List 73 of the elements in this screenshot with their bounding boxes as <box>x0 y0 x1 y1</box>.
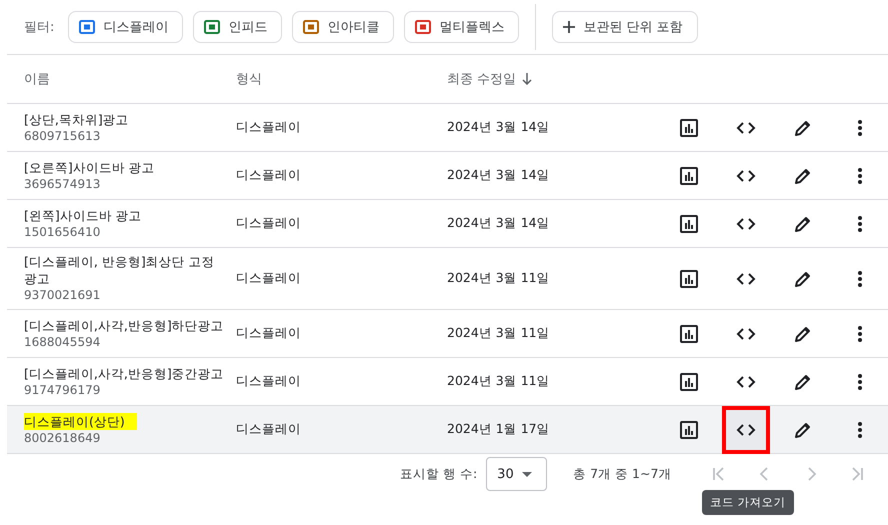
column-header: 형식 <box>236 71 262 88</box>
pencil-icon <box>794 420 812 438</box>
format-cell-text: 디스플레이 <box>236 421 302 438</box>
code-icon <box>736 328 756 340</box>
filter-chip[interactable]: 인아티클 <box>292 11 394 43</box>
date-cell-text: 2024년 3월 14일 <box>447 119 551 136</box>
unit-id: 9370021691 <box>24 287 102 304</box>
format-cell-text: 디스플레이 <box>236 325 302 342</box>
more-icon <box>858 270 862 286</box>
bar-chart-icon <box>680 214 698 232</box>
code-icon <box>736 376 756 388</box>
unit-id: 6809715613 <box>24 128 102 144</box>
bar-chart-icon <box>680 270 698 288</box>
date-cell-text: 2024년 3월 11일 <box>447 325 551 342</box>
more-icon <box>858 120 862 136</box>
column-header: 이름 <box>24 71 50 88</box>
bar-chart-icon <box>680 118 698 136</box>
include-archived-button[interactable]: 보관된 단위 포함 <box>552 11 698 43</box>
code-icon <box>736 424 756 436</box>
tooltip: 코드 가져오기 <box>702 490 794 515</box>
more-icon <box>858 168 862 184</box>
format-cell-text: 디스플레이 <box>236 167 302 184</box>
page-range: 총 7개 중 1~7개 <box>573 466 672 482</box>
date-cell-text: 2024년 3월 11일 <box>447 270 551 287</box>
code-icon <box>736 122 756 134</box>
more-icon <box>858 326 862 342</box>
unit-name: [디스플레이,사각,반응형]중간광고 <box>24 364 224 382</box>
column-header[interactable]: 최종 수정일 <box>447 70 516 88</box>
unit-name: [오른쪽]사이드바 광고 <box>24 158 155 176</box>
unit-id: 1501656410 <box>24 224 102 240</box>
date-cell-text: 2024년 3월 14일 <box>447 215 551 232</box>
date-cell-text: 2024년 3월 11일 <box>447 373 551 390</box>
bar-chart-icon <box>680 324 698 342</box>
dropdown-icon <box>522 472 532 476</box>
unit-name: [왼쪽]사이드바 광고 <box>24 206 142 224</box>
filter-chip[interactable]: 인피드 <box>193 11 282 43</box>
unit-id: 9174796179 <box>24 382 102 398</box>
filter-chip[interactable]: 멀티플렉스 <box>404 11 520 43</box>
format-cell-text: 디스플레이 <box>236 373 302 390</box>
filter-chip[interactable]: 디스플레이 <box>68 11 184 43</box>
pencil-icon <box>794 118 812 136</box>
more-icon <box>858 422 862 438</box>
bar-chart-icon <box>680 420 698 438</box>
pencil-icon <box>794 324 812 342</box>
unit-id: 3696574913 <box>24 176 102 192</box>
code-icon <box>736 272 756 284</box>
more-icon <box>858 216 862 232</box>
format-cell-text: 디스플레이 <box>236 215 302 232</box>
bar-chart-icon <box>680 166 698 184</box>
date-cell-text: 2024년 3월 14일 <box>447 167 551 184</box>
unit-id: 1688045594 <box>24 334 102 350</box>
unit-id: 8002618649 <box>24 430 102 446</box>
pencil-icon <box>794 372 812 390</box>
pencil-icon <box>794 214 812 232</box>
get-code-button[interactable] <box>726 410 766 450</box>
pencil-icon <box>794 166 812 184</box>
rows-per-page-label: 표시할 행 수: <box>400 466 478 482</box>
format-cell-text: 디스플레이 <box>236 119 302 136</box>
code-icon <box>736 218 756 230</box>
format-cell-text: 디스플레이 <box>236 270 302 287</box>
bar-chart-icon <box>680 372 698 390</box>
plus-icon <box>563 21 576 33</box>
more-icon <box>858 374 862 390</box>
code-icon <box>736 170 756 182</box>
unit-name: [디스플레이, 반응형]최상단 고정광고 <box>24 253 216 287</box>
unit-name: [디스플레이,사각,반응형]하단광고 <box>24 316 224 334</box>
pencil-icon <box>794 270 812 288</box>
rows-per-page-select[interactable]: 30 <box>486 457 548 491</box>
unit-name: 디스플레이(상단) <box>24 412 137 430</box>
filter-label: 필터: <box>24 19 54 36</box>
sort-down-icon[interactable] <box>522 73 532 85</box>
date-cell-text: 2024년 1월 17일 <box>447 421 551 438</box>
unit-name: [상단,목차위]광고 <box>24 110 129 128</box>
